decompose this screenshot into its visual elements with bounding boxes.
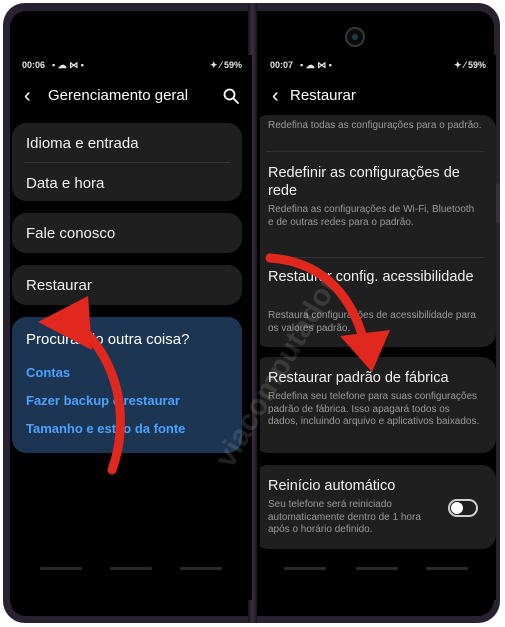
status-time: 00:07 [270, 60, 294, 70]
menu-item-contact[interactable]: Fale conosco [26, 225, 115, 242]
back-icon[interactable]: ‹ [272, 83, 279, 109]
status-time: 00:06 [22, 60, 46, 70]
reset-all-description: Redefina todas as configurações para o p… [268, 120, 482, 131]
camera-icon [345, 27, 365, 47]
app-bar: ‹ Gerenciamento geral [12, 83, 252, 111]
divider [24, 162, 230, 163]
status-bar: 00:06 ▪ ☁ ⋈ • ✦ ⁄ 59% [22, 60, 242, 74]
status-notification-icons: ▪ ☁ ⋈ • [300, 60, 332, 70]
nav-back[interactable] [426, 567, 468, 570]
status-bar: 00:07 ▪ ☁ ⋈ • ✦ ⁄ 59% [270, 60, 486, 74]
nav-bar [12, 567, 252, 600]
option-title: Redefinir as configurações de rede [268, 165, 460, 199]
menu-item-date-time[interactable]: Data e hora [26, 175, 104, 192]
option-description: Redefina as configurações de Wi-Fi, Blue… [268, 204, 475, 228]
nav-recent[interactable] [40, 567, 82, 570]
status-notification-icons: ▪ ☁ ⋈ • [52, 60, 84, 70]
settings-group-reset: Restaurar [12, 265, 242, 305]
auto-restart-toggle[interactable] [448, 499, 478, 517]
nav-back[interactable] [180, 567, 222, 570]
nav-home[interactable] [110, 567, 152, 570]
left-screen: 00:06 ▪ ☁ ⋈ • ✦ ⁄ 59% ‹ Gerenciamento ge… [12, 55, 252, 600]
link-accounts[interactable]: Contas [26, 365, 70, 380]
search-icon[interactable] [222, 87, 240, 105]
volume-button [496, 183, 500, 223]
option-title: Reinício automático [268, 478, 396, 494]
nav-bar [260, 567, 496, 600]
nav-home[interactable] [356, 567, 398, 570]
suggestion-card: Procurando outra coisa? Contas Fazer bac… [12, 317, 242, 453]
settings-group-language: Idioma e entrada Data e hora [12, 123, 242, 201]
nav-recent[interactable] [284, 567, 326, 570]
option-title: Restaurar padrão de fábrica [268, 370, 449, 386]
page-title: Gerenciamento geral [48, 87, 189, 104]
menu-item-reset[interactable]: Restaurar [26, 277, 92, 294]
option-title: Restaurar config. acessibilidade [268, 269, 474, 285]
app-bar: ‹ Restaurar [260, 83, 496, 111]
option-auto-restart[interactable]: Reinício automático Seu telefone será re… [260, 465, 496, 549]
page-title: Restaurar [290, 87, 356, 104]
option-reset-network[interactable]: Redefinir as configurações de rede Redef… [260, 152, 496, 255]
back-icon[interactable]: ‹ [24, 83, 31, 109]
link-font-size[interactable]: Tamanho e estilo da fonte [26, 421, 185, 436]
status-battery: ✦ ⁄ 59% [209, 60, 242, 70]
link-backup-restore[interactable]: Fazer backup e restaurar [26, 393, 180, 408]
option-description: Seu telefone será reiniciado automaticam… [268, 499, 421, 535]
option-description: Redefina seu telefone para suas configur… [268, 391, 480, 427]
suggestion-title: Procurando outra coisa? [26, 331, 190, 348]
menu-item-language[interactable]: Idioma e entrada [26, 135, 139, 152]
settings-group-contact: Fale conosco [12, 213, 242, 253]
status-battery: ✦ ⁄ 59% [453, 60, 486, 70]
